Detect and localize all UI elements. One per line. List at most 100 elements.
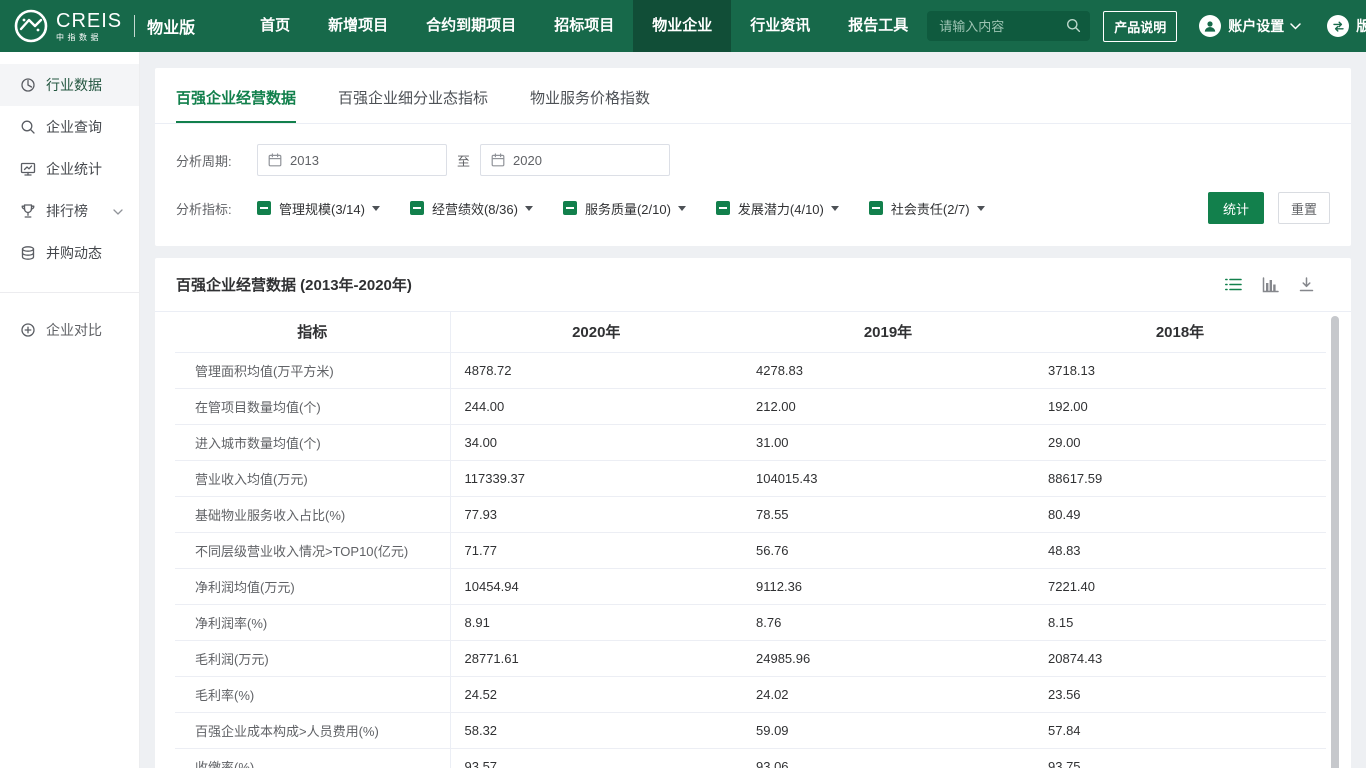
- nav-item[interactable]: 物业企业: [633, 0, 731, 52]
- navbar-search: [927, 11, 1090, 41]
- metric-value-cell: 8.15: [1034, 604, 1326, 640]
- period-label: 分析周期:: [176, 151, 246, 170]
- tab[interactable]: 物业服务价格指数: [530, 68, 650, 123]
- metric-value-cell: 24985.96: [742, 640, 1034, 676]
- metric-value-cell: 20874.43: [1034, 640, 1326, 676]
- metric-value-cell: 93.75: [1034, 748, 1326, 768]
- metric-value-cell: 34.00: [450, 424, 742, 460]
- reset-button[interactable]: 重置: [1278, 192, 1330, 224]
- indicator-checkbox[interactable]: [563, 201, 577, 215]
- indicator-dropdown[interactable]: 发展潜力(4/10): [716, 199, 839, 218]
- search-icon[interactable]: [1066, 18, 1081, 33]
- main-nav: 首页新增项目合约到期项目招标项目物业企业行业资讯报告工具: [241, 0, 927, 52]
- merger-icon: [20, 245, 36, 261]
- metrics-table: 指标2020年2019年2018年 管理面积均值(万平方米)4878.72427…: [175, 312, 1326, 768]
- indicator-label: 服务质量(2/10): [585, 199, 671, 218]
- indicator-checkbox[interactable]: [716, 201, 730, 215]
- account-settings-menu[interactable]: 账户设置: [1199, 15, 1301, 37]
- analysis-period-row: 分析周期: 至: [176, 144, 1330, 176]
- indicator-dropdown[interactable]: 服务质量(2/10): [563, 199, 686, 218]
- analysis-indicator-row: 分析指标: 管理规模(3/14)经营绩效(8/36)服务质量(2/10)发展潜力…: [176, 192, 1330, 224]
- period-from-input[interactable]: [290, 153, 436, 168]
- sidebar-item-label: 企业统计: [46, 159, 102, 179]
- table-column-header: 2020年: [450, 312, 742, 352]
- sidebar-item[interactable]: 行业数据: [0, 64, 139, 106]
- table-row: 净利润率(%)8.918.768.15: [175, 604, 1326, 640]
- sidebar-item[interactable]: 企业对比: [0, 309, 139, 351]
- nav-item[interactable]: 行业资讯: [731, 0, 829, 52]
- period-separator: 至: [457, 151, 470, 170]
- metric-value-cell: 28771.61: [450, 640, 742, 676]
- metric-value-cell: 244.00: [450, 388, 742, 424]
- indicator-checkbox[interactable]: [869, 201, 883, 215]
- nav-item[interactable]: 合约到期项目: [407, 0, 535, 52]
- metric-label-cell: 百强企业成本构成>人员费用(%): [175, 712, 450, 748]
- sidebar-item[interactable]: 企业查询: [0, 106, 139, 148]
- metric-value-cell: 58.32: [450, 712, 742, 748]
- nav-item[interactable]: 报告工具: [829, 0, 927, 52]
- sidebar-item-label: 企业查询: [46, 117, 102, 137]
- brand-subtitle: 中指数据: [56, 34, 122, 42]
- company-stats-icon: [20, 161, 36, 177]
- content-tabs: 百强企业经营数据百强企业细分业态指标物业服务价格指数: [155, 68, 1351, 124]
- calendar-icon: [491, 153, 505, 167]
- nav-item[interactable]: 首页: [241, 0, 309, 52]
- sidebar-item[interactable]: 并购动态: [0, 232, 139, 274]
- product-description-button[interactable]: 产品说明: [1103, 11, 1177, 42]
- brand-edition: 物业版: [147, 14, 195, 38]
- filter-card: 百强企业经营数据百强企业细分业态指标物业服务价格指数 分析周期: 至: [155, 68, 1351, 246]
- table-row: 收缴率(%)93.5793.0693.75: [175, 748, 1326, 768]
- metric-value-cell: 31.00: [742, 424, 1034, 460]
- metric-value-cell: 77.93: [450, 496, 742, 532]
- main-content: 百强企业经营数据百强企业细分业态指标物业服务价格指数 分析周期: 至: [140, 52, 1366, 768]
- period-from-field[interactable]: [257, 144, 447, 176]
- metric-value-cell: 57.84: [1034, 712, 1326, 748]
- nav-item[interactable]: 新增项目: [309, 0, 407, 52]
- table-row: 净利润均值(万元)10454.949112.367221.40: [175, 568, 1326, 604]
- metric-value-cell: 80.49: [1034, 496, 1326, 532]
- metric-value-cell: 23.56: [1034, 676, 1326, 712]
- calendar-icon: [268, 153, 282, 167]
- period-to-field[interactable]: [480, 144, 670, 176]
- caret-down-icon: [372, 206, 380, 211]
- table-row: 基础物业服务收入占比(%)77.9378.5580.49: [175, 496, 1326, 532]
- brand-divider: [134, 15, 135, 37]
- metric-value-cell: 24.02: [742, 676, 1034, 712]
- chart-view-icon[interactable]: [1262, 277, 1279, 293]
- indicator-checkbox[interactable]: [410, 201, 424, 215]
- chevron-down-icon: [1290, 23, 1301, 30]
- sidebar-item[interactable]: 企业统计: [0, 148, 139, 190]
- metric-value-cell: 8.91: [450, 604, 742, 640]
- metric-label-cell: 净利润率(%): [175, 604, 450, 640]
- table-row: 进入城市数量均值(个)34.0031.0029.00: [175, 424, 1326, 460]
- indicator-dropdown[interactable]: 经营绩效(8/36): [410, 199, 533, 218]
- table-row: 毛利润(万元)28771.6124985.9620874.43: [175, 640, 1326, 676]
- indicator-checkbox[interactable]: [257, 201, 271, 215]
- table-scrollbar[interactable]: [1331, 316, 1339, 768]
- indicator-dropdown[interactable]: 管理规模(3/14): [257, 199, 380, 218]
- indicator-dropdown[interactable]: 社会责任(2/7): [869, 199, 985, 218]
- metric-label-cell: 毛利率(%): [175, 676, 450, 712]
- download-icon[interactable]: [1299, 277, 1314, 293]
- table-column-header: 2019年: [742, 312, 1034, 352]
- nav-item[interactable]: 招标项目: [535, 0, 633, 52]
- top-navbar: CREIS 中指数据 物业版 首页新增项目合约到期项目招标项目物业企业行业资讯报…: [0, 0, 1366, 52]
- metric-value-cell: 59.09: [742, 712, 1034, 748]
- list-view-icon[interactable]: [1225, 277, 1242, 292]
- tab[interactable]: 百强企业细分业态指标: [338, 68, 488, 123]
- metric-value-cell: 93.57: [450, 748, 742, 768]
- creis-logo-icon: [14, 9, 48, 43]
- caret-down-icon: [678, 206, 686, 211]
- version-menu[interactable]: 版本: [1327, 15, 1366, 37]
- tab[interactable]: 百强企业经营数据: [176, 68, 296, 123]
- metric-value-cell: 56.76: [742, 532, 1034, 568]
- indicator-label: 发展潜力(4/10): [738, 199, 824, 218]
- table-row: 在管项目数量均值(个)244.00212.00192.00: [175, 388, 1326, 424]
- metric-value-cell: 78.55: [742, 496, 1034, 532]
- caret-down-icon: [525, 206, 533, 211]
- user-avatar-icon: [1199, 15, 1221, 37]
- sidebar-item[interactable]: 排行榜: [0, 190, 139, 232]
- sidebar-item-label: 排行榜: [46, 201, 88, 221]
- period-to-input[interactable]: [513, 153, 659, 168]
- statistics-button[interactable]: 统计: [1208, 192, 1264, 224]
